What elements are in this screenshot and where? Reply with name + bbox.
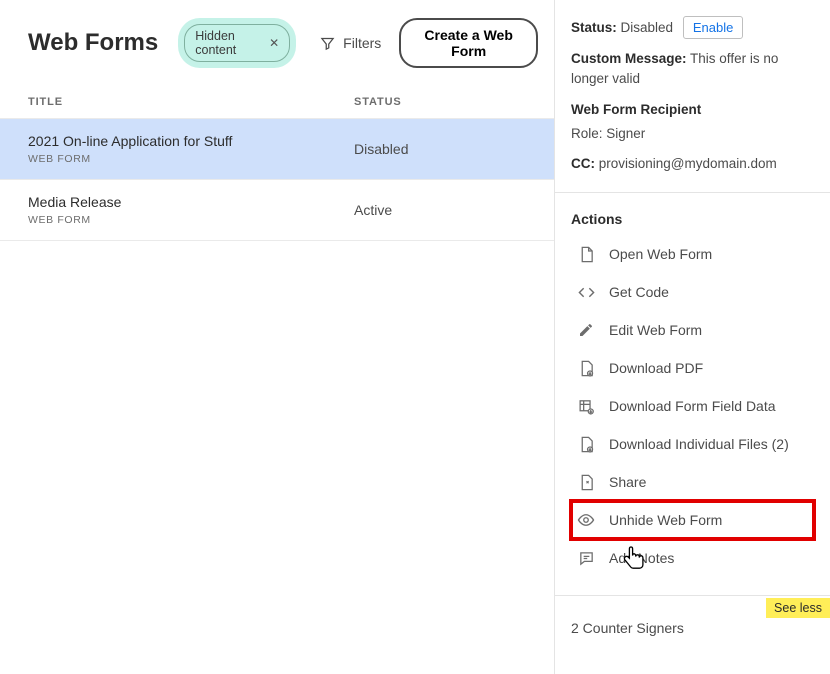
close-icon[interactable]: ✕ [269, 36, 279, 50]
action-download-individual-files[interactable]: Download Individual Files (2) [571, 425, 814, 463]
action-label: Open Web Form [609, 246, 712, 262]
download-pdf-icon [577, 359, 595, 377]
share-icon [577, 473, 595, 491]
role-row: Role: Signer [571, 124, 814, 144]
code-icon [577, 283, 595, 301]
document-icon [577, 245, 595, 263]
pencil-icon [577, 321, 595, 339]
action-label: Edit Web Form [609, 322, 702, 338]
action-label: Get Code [609, 284, 669, 300]
action-label: Download Form Field Data [609, 398, 776, 414]
status-label: Status: [571, 20, 617, 35]
actions-heading: Actions [571, 211, 814, 227]
divider [555, 595, 830, 596]
action-label: Add Notes [609, 550, 674, 566]
action-edit-web-form[interactable]: Edit Web Form [571, 311, 814, 349]
action-unhide-web-form[interactable]: Unhide Web Form [571, 501, 814, 539]
row-type: WEB FORM [28, 214, 354, 226]
action-share[interactable]: Share [571, 463, 814, 501]
download-files-icon [577, 435, 595, 453]
action-download-pdf[interactable]: Download PDF [571, 349, 814, 387]
app-root: Web Forms Hidden content ✕ Filters Creat… [0, 0, 830, 674]
status-row: Status: Disabled Enable [571, 16, 814, 39]
action-get-code[interactable]: Get Code [571, 273, 814, 311]
row-title-cell: 2021 On-line Application for Stuff WEB F… [28, 133, 354, 165]
enable-button[interactable]: Enable [683, 16, 743, 39]
cc-row: CC: provisioning@mydomain.dom [571, 154, 814, 174]
table-row[interactable]: 2021 On-line Application for Stuff WEB F… [0, 119, 554, 180]
column-header-title: TITLE [28, 96, 354, 108]
eye-icon [577, 511, 595, 529]
cc-label: CC: [571, 156, 595, 171]
action-label: Download Individual Files (2) [609, 436, 789, 452]
topbar: Web Forms Hidden content ✕ Filters Creat… [0, 18, 554, 86]
funnel-icon [320, 36, 335, 51]
actions-list: Open Web Form Get Code Edit Web Form Dow… [571, 235, 814, 577]
row-name: Media Release [28, 194, 354, 210]
action-add-notes[interactable]: Add Notes [571, 539, 814, 577]
recipient-heading: Web Form Recipient [571, 100, 814, 120]
action-label: Unhide Web Form [609, 512, 722, 528]
filters-button[interactable]: Filters [312, 29, 389, 57]
action-label: Share [609, 474, 646, 490]
role-value: Signer [606, 126, 645, 141]
status-value: Disabled [621, 20, 674, 35]
download-data-icon [577, 397, 595, 415]
filter-chip-label: Hidden content [195, 29, 263, 57]
row-title-cell: Media Release WEB FORM [28, 194, 354, 226]
column-header-status: STATUS [354, 96, 534, 108]
row-type: WEB FORM [28, 153, 354, 165]
table-row[interactable]: Media Release WEB FORM Active [0, 180, 554, 241]
role-label: Role: [571, 126, 603, 141]
row-status: Active [354, 202, 534, 218]
list-header: TITLE STATUS [0, 86, 554, 119]
action-label: Download PDF [609, 360, 703, 376]
note-icon [577, 549, 595, 567]
details-panel: Status: Disabled Enable Custom Message: … [555, 0, 830, 674]
filter-chip-hidden-content[interactable]: Hidden content ✕ [184, 24, 290, 62]
filters-label: Filters [343, 35, 381, 51]
action-open-web-form[interactable]: Open Web Form [571, 235, 814, 273]
custom-message-row: Custom Message: This offer is no longer … [571, 49, 814, 90]
cc-value: provisioning@mydomain.dom [599, 156, 777, 171]
action-download-form-field-data[interactable]: Download Form Field Data [571, 387, 814, 425]
create-web-form-button[interactable]: Create a Web Form [399, 18, 538, 68]
divider [555, 192, 830, 193]
page-title: Web Forms [28, 29, 158, 57]
row-name: 2021 On-line Application for Stuff [28, 133, 354, 149]
see-less-toggle[interactable]: See less [766, 598, 830, 618]
left-panel: Web Forms Hidden content ✕ Filters Creat… [0, 0, 555, 674]
row-status: Disabled [354, 141, 534, 157]
custom-message-label: Custom Message: [571, 51, 687, 66]
